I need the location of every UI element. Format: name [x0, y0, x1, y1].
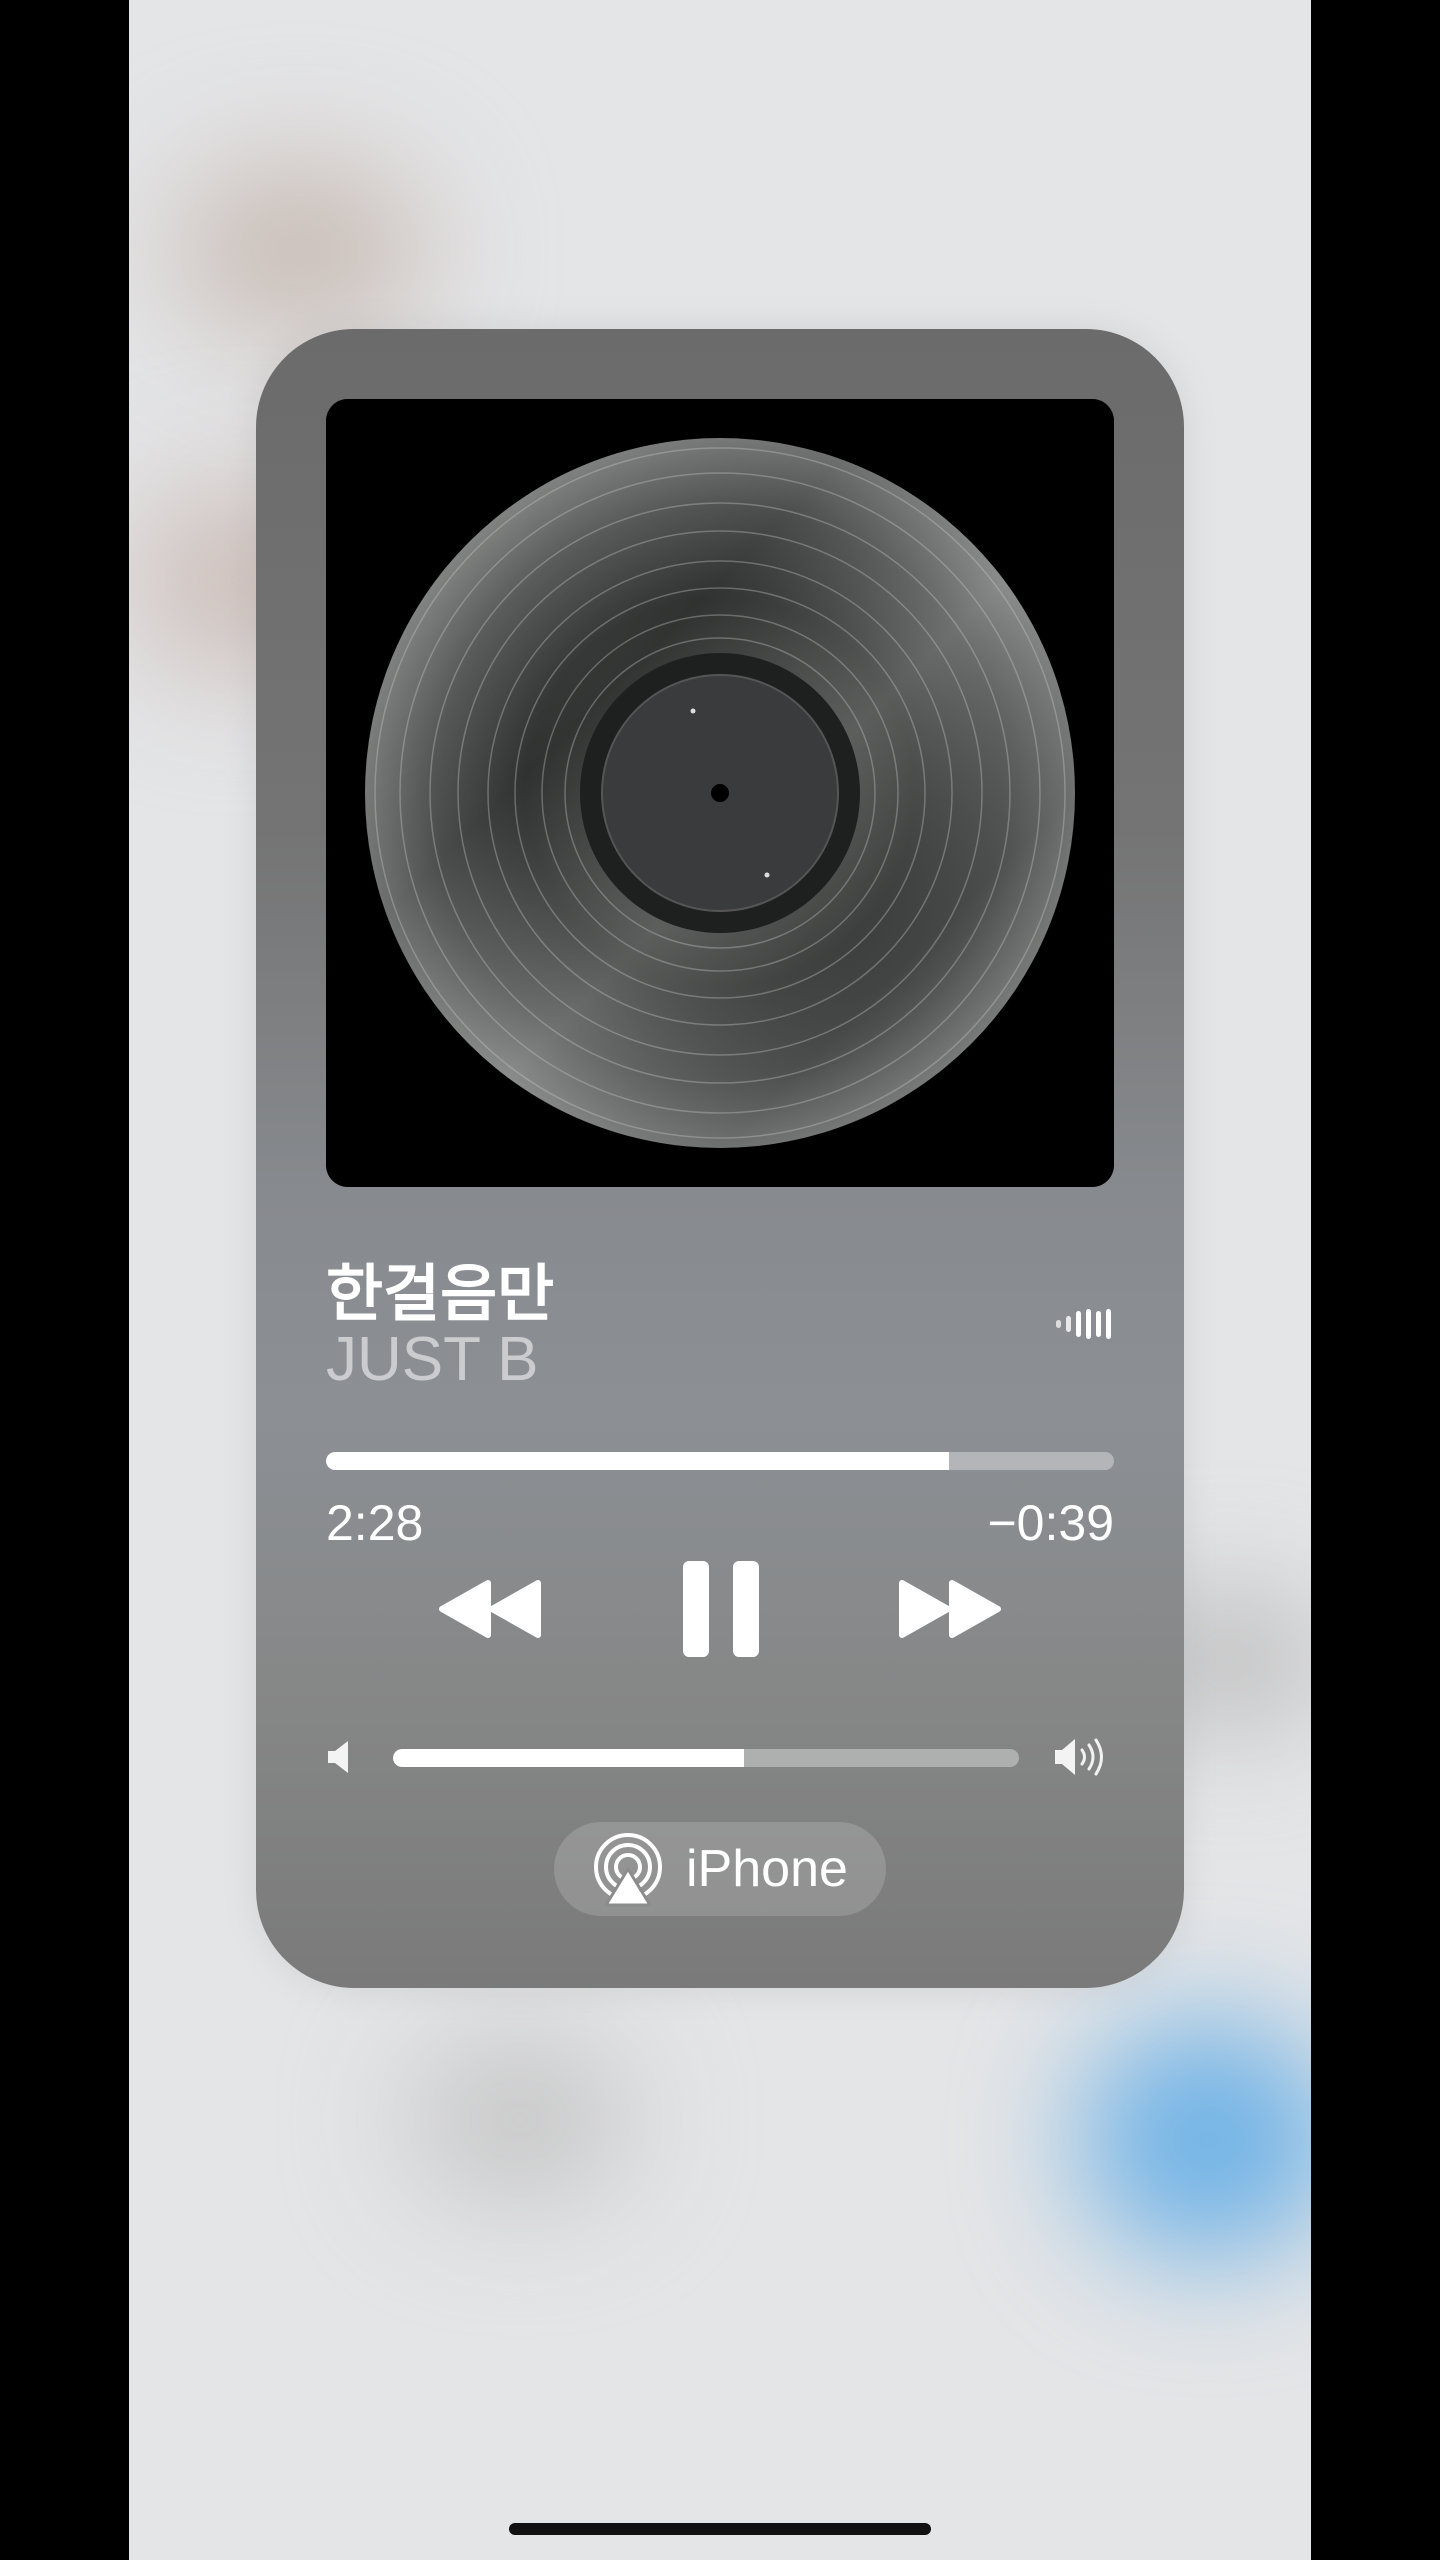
forward-icon[interactable]	[896, 1577, 1004, 1641]
home-indicator[interactable]	[509, 2523, 931, 2535]
background-blur	[1079, 2020, 1311, 2260]
airplay-output-button[interactable]: iPhone	[554, 1822, 886, 1916]
screen: 한걸음만 JUST B 2:28 −0:39 iPhone	[129, 0, 1311, 2560]
remaining-time: −0:39	[987, 1495, 1114, 1551]
background-blur	[169, 160, 429, 340]
progress-slider[interactable]	[326, 1452, 1114, 1470]
volume-fill	[393, 1749, 744, 1767]
speaker-low-icon[interactable]	[326, 1739, 356, 1775]
output-device-label: iPhone	[686, 1840, 848, 1898]
background-blur	[409, 2040, 629, 2200]
album-artwork	[326, 399, 1114, 1187]
airplay-icon	[594, 1833, 662, 1907]
vinyl-record-image	[326, 399, 1114, 1187]
track-artist[interactable]: JUST B	[326, 1324, 538, 1395]
pause-icon[interactable]	[681, 1559, 761, 1659]
track-title: 한걸음만	[326, 1260, 555, 1329]
speaker-high-icon[interactable]	[1053, 1735, 1109, 1779]
audio-meter-icon	[1056, 1309, 1111, 1339]
progress-fill	[326, 1452, 949, 1470]
now-playing-card: 한걸음만 JUST B 2:28 −0:39 iPhone	[256, 329, 1184, 1988]
elapsed-time: 2:28	[326, 1495, 424, 1551]
volume-slider[interactable]	[393, 1749, 1019, 1767]
backward-icon[interactable]	[436, 1577, 544, 1641]
